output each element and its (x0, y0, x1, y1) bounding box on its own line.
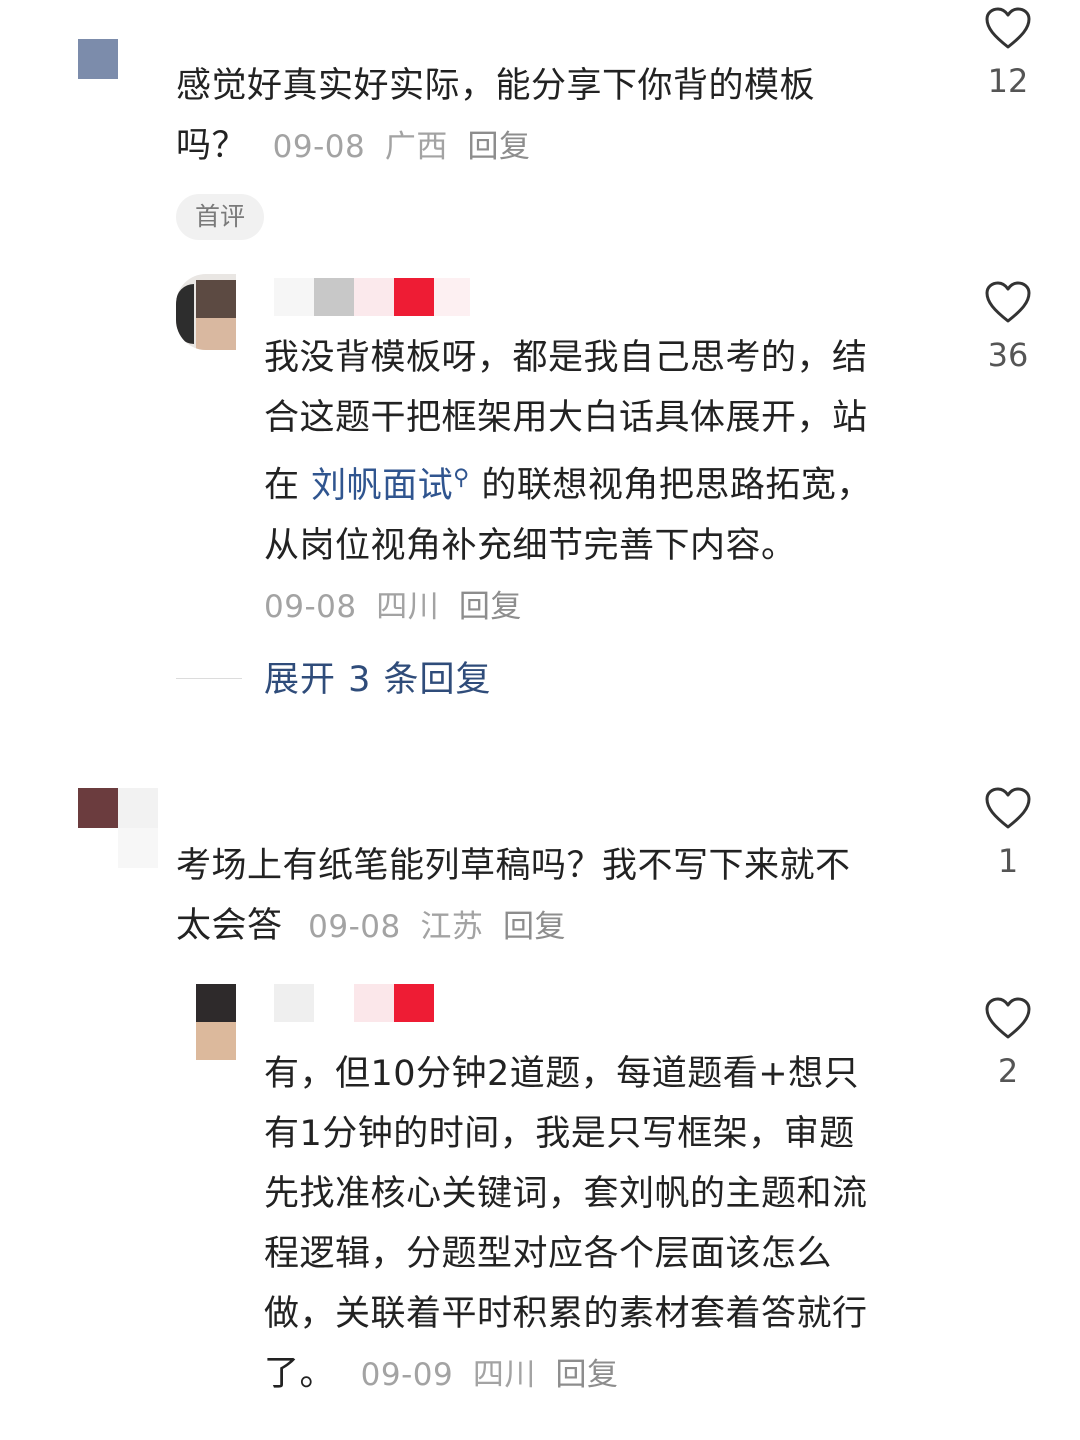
comment-line-with-meta: 太会答 09-08 江苏 回复 (176, 906, 567, 946)
reply-line: 先找准核心关键词，套刘帆的主题和流 (264, 1174, 868, 1214)
like-button[interactable]: 1 (968, 786, 1048, 880)
comment-text: 感觉好真实好实际，能分享下你背的模板 吗？ 09-08 广西 回复 (176, 56, 896, 177)
reply-button[interactable]: 回复 (468, 129, 531, 165)
comment-location: 广西 (384, 129, 448, 165)
reply-location: 四川 (376, 588, 440, 625)
avatar[interactable] (78, 788, 158, 868)
comment-line: 考场上有纸笔能列草稿吗？我不写下来就不 (176, 846, 851, 886)
reply-2: 有，但10分钟2道题，每道题看+想只 有1分钟的时间，我是只写框架，审题 先找准… (176, 982, 1076, 1422)
reply-text: 有，但10分钟2道题，每道题看+想只 有1分钟的时间，我是只写框架，审题 先找准… (264, 1044, 944, 1405)
reply-date: 09-08 (264, 588, 357, 625)
comment-text: 考场上有纸笔能列草稿吗？我不写下来就不 太会答 09-08 江苏 回复 (176, 836, 916, 957)
comment-2: 考场上有纸笔能列草稿吗？我不写下来就不 太会答 09-08 江苏 回复 1 有，… (0, 780, 1080, 1440)
comment-line-with-meta: 吗？ 09-08 广西 回复 (176, 126, 531, 166)
reply-line: 有，但10分钟2道题，每道题看+想只 (264, 1054, 860, 1094)
reply-line-with-meta: 了。 09-09 四川 回复 (264, 1354, 619, 1394)
heart-outline-icon (985, 997, 1031, 1039)
like-button[interactable]: 36 (968, 280, 1048, 374)
mention-link[interactable]: 刘帆面试⚲ (311, 465, 470, 506)
search-icon: ⚲ (453, 465, 470, 490)
reply-line: 合这题干把框架用大白话具体展开，站 (264, 398, 868, 438)
avatar[interactable] (196, 984, 236, 1060)
reply-line: 程逻辑，分题型对应各个层面该怎么 (264, 1234, 833, 1274)
reply-text: 我没背模板呀，都是我自己思考的，结 合这题干把框架用大白话具体展开，站 在 刘帆… (264, 328, 924, 637)
reply-1: 我没背模板呀，都是我自己思考的，结 合这题干把框架用大白话具体展开，站 在 刘帆… (176, 270, 1076, 630)
expand-divider (176, 678, 242, 679)
reply-button[interactable]: 回复 (503, 909, 566, 945)
comment-location: 江苏 (420, 909, 484, 945)
like-button[interactable]: 12 (968, 6, 1048, 100)
comment-date: 09-08 (308, 909, 401, 945)
username-redacted (274, 278, 474, 316)
reply-location: 四川 (472, 1357, 536, 1393)
reply-line: 我没背模板呀，都是我自己思考的，结 (264, 338, 868, 378)
reply-button[interactable]: 回复 (459, 589, 522, 625)
comment-date: 09-08 (272, 129, 366, 165)
reply-button[interactable]: 回复 (556, 1357, 619, 1393)
avatar[interactable] (176, 274, 236, 350)
heart-outline-icon (985, 281, 1031, 323)
first-comment-badge: 首评 (176, 194, 264, 240)
heart-outline-icon (985, 7, 1031, 49)
reply-line: 从岗位视角补充细节完善下内容。 (264, 525, 797, 566)
username-redacted (274, 984, 434, 1022)
reply-date: 09-09 (360, 1357, 454, 1393)
reply-line: 有1分钟的时间，我是只写框架，审题 (264, 1114, 855, 1154)
reply-line: 做，关联着平时积累的素材套着答就行 (264, 1294, 868, 1334)
expand-replies-button[interactable]: 展开 3 条回复 (264, 652, 492, 708)
reply-meta: 09-08 四川 回复 (264, 576, 924, 637)
reply-line: 在 刘帆面试⚲ 的联想视角把思路拓宽， (264, 465, 872, 506)
like-count: 12 (987, 62, 1029, 100)
avatar[interactable] (78, 39, 118, 79)
comment-line: 感觉好真实好实际，能分享下你背的模板 (176, 66, 816, 106)
like-count: 1 (997, 842, 1019, 880)
bottom-fade (0, 1418, 1080, 1440)
like-count: 2 (997, 1052, 1019, 1090)
like-button[interactable]: 2 (968, 996, 1048, 1090)
heart-outline-icon (985, 787, 1031, 829)
like-count: 36 (987, 336, 1029, 374)
comment-1: 感觉好真实好实际，能分享下你背的模板 吗？ 09-08 广西 回复 12 首评 (0, 0, 1080, 700)
